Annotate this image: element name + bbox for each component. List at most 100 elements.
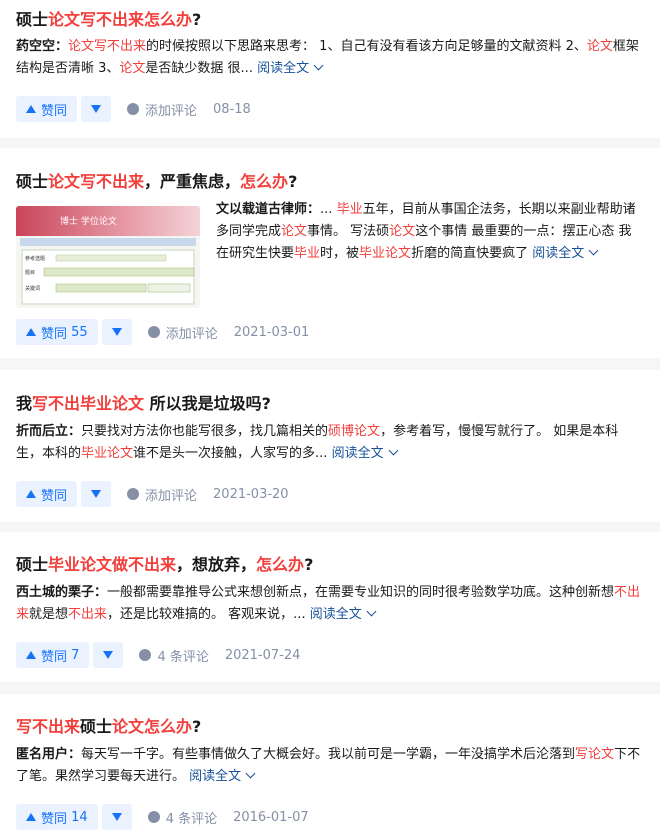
keyword-highlight: 论文怎么办 [112,717,193,736]
result-card: 我写不出毕业论文 所以我是垃圾吗? 折而后立：只要找对方法你也能写很多，找几篇相… [0,370,660,522]
upvote-button[interactable]: 赞同 [16,96,78,122]
keyword-highlight: 论文 [281,224,308,239]
post-date: 2016-01-07 [233,809,309,825]
author-separator: ： [55,39,69,54]
comment-label: 添加评论 [145,488,198,504]
result-card: 硕士论文写不出来，严重焦虑，怎么办? 博士 学位论文 参考选题 题目 关键词 文… [0,148,660,358]
result-title[interactable]: 硕士论文写不出来，严重焦虑，怎么办? [16,171,297,193]
keyword-highlight: 论文 [586,39,613,54]
comment-icon [127,488,140,500]
author-separator: ： [94,585,108,600]
text-segment: ，严重焦虑， [144,172,241,191]
upvote-arrow-icon [26,651,36,659]
comment-label: 4 条评论 [165,811,218,827]
text-segment: 硕士 [16,172,49,191]
upvote-label: 赞同 [41,811,68,827]
text-segment: ，还是比较难搞的。 客观来说，... [107,607,306,622]
read-more-label: 阅读全文 [331,446,384,461]
downvote-button[interactable] [101,319,132,345]
read-more-link[interactable]: 阅读全文 [327,445,399,461]
downvote-button[interactable] [93,642,124,668]
action-bar: 赞同 14 4 条评论 2016-01-07 [16,804,309,830]
read-more-label: 阅读全文 [189,769,242,784]
chevron-down-icon [388,445,399,456]
comment-label: 4 条评论 [157,649,209,665]
downvote-button[interactable] [81,96,112,122]
action-bar: 赞同 添加评论 08-18 [16,96,251,122]
result-title[interactable]: 写不出来硕士论文怎么办? [16,716,201,738]
result-excerpt[interactable]: 匿名用户：每天写一千字。有些事情做久了大概会好。我以前可是一学霸，一年没搞学术后… [16,744,644,788]
keyword-highlight: 毕业论文 [359,246,412,261]
upvote-count: 55 [71,324,88,340]
text-segment: 是否缺少数据 很... [145,61,253,76]
upvote-button[interactable]: 赞同 [16,481,78,507]
text-segment: 硕士 [16,10,49,29]
keyword-highlight: 论文 [119,61,146,76]
result-title[interactable]: 硕士毕业论文做不出来，想放弃，怎么办? [16,554,313,576]
result-card: 写不出来硕士论文怎么办? 匿名用户：每天写一千字。有些事情做久了大概会好。我以前… [0,694,660,838]
comment-label: 添加评论 [165,326,218,342]
upvote-count: 7 [71,647,80,663]
upvote-arrow-icon [26,328,36,336]
text-segment: ，想放弃， [176,555,257,574]
downvote-arrow-icon [111,813,122,821]
keyword-highlight: 硕博论文 [328,424,381,439]
author-name[interactable]: 西土城的栗子 [16,585,94,600]
read-more-label: 阅读全文 [257,61,310,76]
comment-button[interactable]: 4 条评论 [147,808,218,827]
upvote-label: 赞同 [41,488,68,504]
comment-button[interactable]: 添加评论 [147,323,218,342]
downvote-button[interactable] [81,481,112,507]
read-more-link[interactable]: 阅读全文 [185,768,256,784]
downvote-arrow-icon [111,328,122,336]
comment-icon [127,103,140,115]
text-segment: 事情。 写法硕 [307,224,390,239]
comment-button[interactable]: 添加评论 [127,485,197,504]
result-title[interactable]: 我写不出毕业论文 所以我是垃圾吗? [16,393,271,415]
keyword-highlight: 论文 [389,224,416,239]
read-more-link[interactable]: 阅读全文 [253,60,324,76]
comment-label: 添加评论 [145,103,198,119]
author-name[interactable]: 药空空 [16,39,55,54]
result-excerpt[interactable]: 折而后立：只要找对方法你也能写很多，找几篇相关的硕博论文，参考着写，慢慢写就行了… [16,421,644,465]
result-card: 硕士毕业论文做不出来，想放弃，怎么办? 西土城的栗子：一般都需要靠推导公式来想创… [0,532,660,682]
action-bar: 赞同 添加评论 2021-03-20 [16,481,289,507]
keyword-highlight: 写论文 [575,747,615,762]
post-date: 2021-03-01 [233,324,310,340]
text-segment: 我 [16,394,33,413]
result-excerpt[interactable]: 药空空：论文写不出来的时候按照以下思路来思考： 1、自己有没有看该方向足够量的文… [16,36,644,80]
chevron-down-icon [588,245,599,256]
comment-icon [139,649,152,661]
text-segment: ? [192,10,202,29]
author-name[interactable]: 文以载道古律师 [216,202,307,217]
keyword-highlight: 写不出毕业论文 [32,394,145,413]
author-name[interactable]: 折而后立 [16,424,68,439]
downvote-arrow-icon [91,105,102,113]
post-date: 2021-07-24 [224,647,301,663]
author-name[interactable]: 匿名用户 [16,747,68,762]
result-excerpt[interactable]: 文以载道古律师：... 毕业五年，目前从事国企法务，长期以来副业帮助诸多同学完成… [216,199,642,265]
read-more-link[interactable]: 阅读全文 [306,606,377,622]
comment-button[interactable]: 4 条评论 [139,646,209,665]
comment-button[interactable]: 添加评论 [127,100,197,119]
upvote-label: 赞同 [41,326,68,342]
downvote-button[interactable] [101,804,132,830]
author-separator: ： [68,747,82,762]
upvote-button[interactable]: 赞同 7 [16,642,90,668]
upvote-button[interactable]: 赞同 14 [16,804,98,830]
upvote-button[interactable]: 赞同 55 [16,319,98,345]
search-results-feed: 硕士论文写不出来怎么办? 药空空：论文写不出来的时候按照以下思路来思考： 1、自… [0,0,660,838]
text-segment: ? [192,717,202,736]
upvote-count: 14 [71,809,88,825]
result-thumbnail[interactable]: 博士 学位论文 参考选题 题目 关键词 [16,206,200,308]
keyword-highlight: 怎么办 [256,555,305,574]
text-segment: 的时候按照以下思路来思考： 1、自己有没有看该方向足够量的文献资料 2、 [146,39,587,54]
upvote-label: 赞同 [41,649,68,665]
read-more-link[interactable]: 阅读全文 [528,245,599,261]
text-segment: 时，被 [320,246,360,261]
result-excerpt[interactable]: 西土城的栗子：一般都需要靠推导公式来想创新点，在需要专业知识的同时很考验数学功底… [16,582,644,626]
keyword-highlight: 毕业论文 [81,446,134,461]
result-title[interactable]: 硕士论文写不出来怎么办? [16,9,201,31]
keyword-highlight: 论文写不出来 [48,172,145,191]
text-segment: 硕士 [16,555,49,574]
